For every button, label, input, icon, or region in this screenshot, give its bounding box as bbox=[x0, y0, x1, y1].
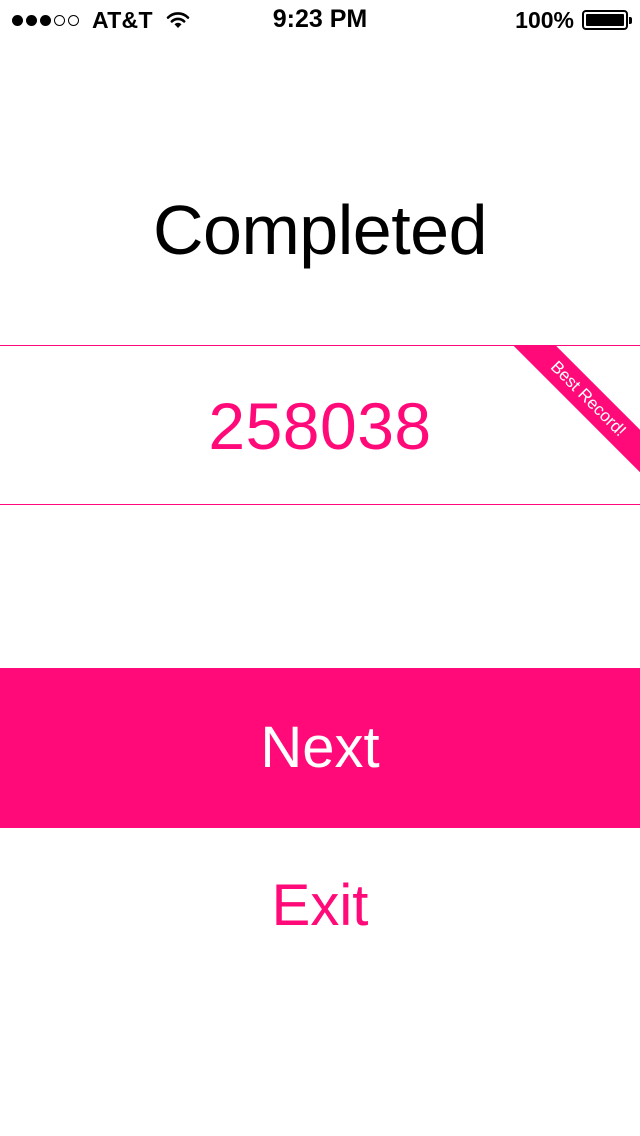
status-bar: AT&T 9:23 PM 100% bbox=[0, 0, 640, 40]
battery-icon bbox=[582, 10, 632, 30]
status-bar-right: 100% bbox=[515, 6, 632, 33]
score-panel: 258038 Best Record! bbox=[0, 345, 640, 505]
next-button[interactable]: Next bbox=[0, 668, 640, 828]
score-value: 258038 bbox=[208, 389, 432, 463]
battery-percentage: 100% bbox=[515, 6, 574, 33]
page-title: Completed bbox=[152, 191, 488, 269]
exit-button[interactable]: Exit bbox=[0, 872, 640, 939]
